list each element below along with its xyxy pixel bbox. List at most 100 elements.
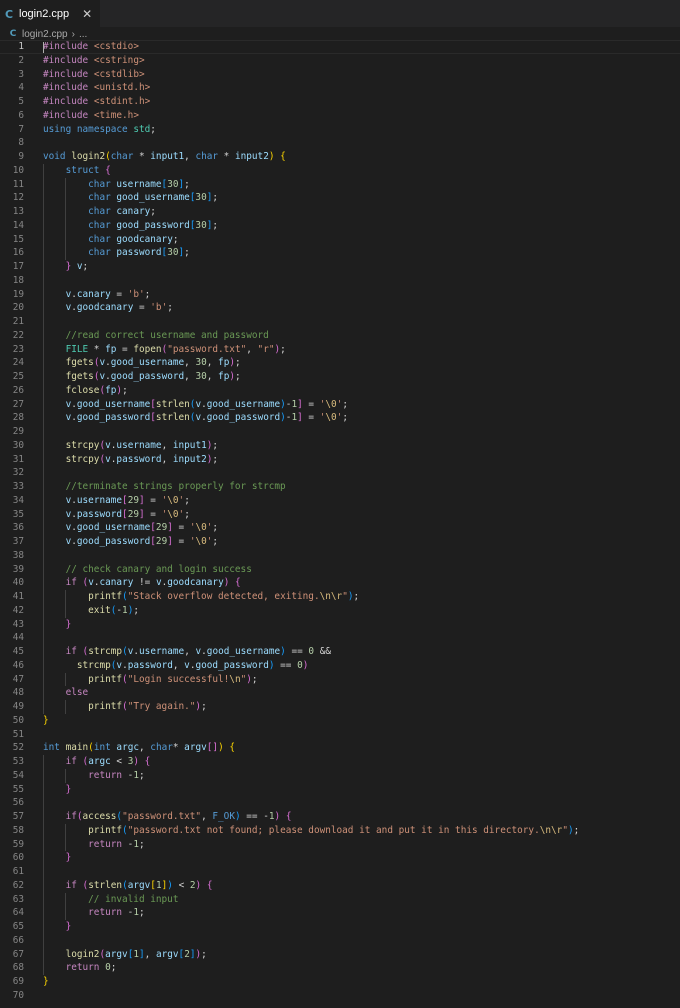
code-line[interactable]: 55 }	[0, 782, 680, 797]
code-line[interactable]: 47 printf("Login successful!\n");	[0, 672, 680, 687]
code-line[interactable]: 13 char canary;	[0, 205, 680, 219]
line-number: 52	[12, 742, 24, 754]
code-line[interactable]: 9 void login2(char * input1, char * input…	[0, 150, 680, 164]
code-line[interactable]: 40 if (v.canary != v.goodcanary) {	[0, 576, 680, 590]
indent-guide	[43, 631, 44, 645]
line-number: 51	[12, 728, 24, 740]
code-line[interactable]: 59 return -1;	[0, 837, 680, 852]
line-number: 12	[12, 192, 24, 204]
code-line[interactable]: 62 if (strlen(argv[1]) < 2) {	[0, 878, 680, 893]
code-line[interactable]: 67 login2(argv[1], argv[2]);	[0, 947, 680, 962]
breadcrumb-symbol[interactable]: ...	[79, 29, 87, 40]
tab-bar: C login2.cpp ✕	[0, 0, 680, 27]
code-line[interactable]: 17 } v;	[0, 260, 680, 274]
line-number: 59	[12, 838, 24, 850]
breadcrumb-file[interactable]: login2.cpp	[22, 29, 68, 40]
code-line[interactable]: 10 struct {	[0, 163, 680, 178]
code-line[interactable]: 54 return -1;	[0, 768, 680, 783]
code-text: if(access("password.txt", F_OK) == -1) {	[65, 811, 292, 822]
line-number: 32	[12, 467, 24, 479]
code-line[interactable]: 36 v.good_username[29] = '\0';	[0, 521, 680, 535]
line-number: 15	[12, 233, 24, 245]
code-line[interactable]: 39 // check canary and login success	[0, 562, 680, 577]
code-line[interactable]: 61	[0, 865, 680, 879]
code-line[interactable]: 44	[0, 631, 680, 645]
code-text: return -1;	[88, 769, 145, 781]
code-line[interactable]: 11 char username[30];	[0, 177, 680, 192]
code-line[interactable]: 53 if (argc < 3) {	[0, 755, 680, 769]
code-line[interactable]: 35 v.password[29] = '\0';	[0, 507, 680, 522]
code-line[interactable]: 27 v.good_username[strlen(v.good_usernam…	[0, 397, 680, 412]
line-number: 63	[12, 893, 24, 905]
code-line[interactable]: 32	[0, 466, 680, 480]
code-line[interactable]: 14 char good_password[30];	[0, 218, 680, 233]
line-number: 56	[12, 797, 24, 809]
code-line[interactable]: 45 if (strcmp(v.username, v.good_usernam…	[0, 645, 680, 659]
code-text: exit(-1);	[88, 604, 140, 616]
line-number: 34	[12, 494, 24, 506]
code-text: char good_username[30];	[88, 192, 219, 204]
code-line[interactable]: 64 return -1;	[0, 906, 680, 920]
code-line[interactable]: 16 char password[30];	[0, 246, 680, 260]
code-text: #include <cstdio>	[43, 41, 139, 52]
code-line[interactable]: 12 char good_username[30];	[0, 191, 680, 205]
code-line[interactable]: 48 else	[0, 686, 680, 700]
code-line[interactable]: 4 #include <unistd.h>	[0, 81, 680, 95]
code-line[interactable]: 41 printf("Stack overflow detected, exit…	[0, 590, 680, 604]
code-line[interactable]: 49 printf("Try again.");	[0, 700, 680, 714]
line-number: 13	[12, 206, 24, 217]
code-line[interactable]: 42 exit(-1);	[0, 603, 680, 618]
code-line[interactable]: 25 fgets(v.good_password, 30, fp);	[0, 370, 680, 384]
code-line[interactable]: 56	[0, 796, 680, 810]
code-line[interactable]: 30 strcpy(v.username, input1);	[0, 438, 680, 453]
code-line[interactable]: 6 #include <time.h>	[0, 109, 680, 123]
code-line[interactable]: 23 FILE * fp = fopen("password.txt", "r"…	[0, 342, 680, 357]
code-line[interactable]: 60 }	[0, 851, 680, 865]
code-line[interactable]: 50}	[0, 714, 680, 728]
code-line[interactable]: 69}	[0, 975, 680, 989]
line-number: 10	[12, 164, 24, 176]
code-line[interactable]: 3 #include <cstdlib>	[0, 68, 680, 82]
code-text: return -1;	[88, 838, 145, 850]
code-line[interactable]: 34 v.username[29] = '\0';	[0, 493, 680, 508]
code-line[interactable]: 58 printf("password.txt not found; pleas…	[0, 823, 680, 838]
code-line[interactable]: 38	[0, 548, 680, 563]
code-line[interactable]: 46 strcmp(v.password, v.good_password) =…	[0, 658, 680, 673]
code-line[interactable]: 43 }	[0, 617, 680, 632]
code-line[interactable]: 22 //read correct username and password	[0, 328, 680, 343]
code-line[interactable]: 7 using namespace std;	[0, 123, 680, 137]
code-line[interactable]: 1 #include <cstdio>	[0, 40, 680, 54]
line-number: 31	[12, 453, 24, 465]
code-line[interactable]: 18	[0, 273, 680, 288]
code-text: if (v.canary != v.goodcanary) {	[65, 577, 241, 589]
code-line[interactable]: 26 fclose(fp);	[0, 383, 680, 398]
code-line[interactable]: 65 }	[0, 920, 680, 934]
code-line[interactable]: 21	[0, 315, 680, 329]
line-number: 3	[18, 68, 24, 80]
code-line[interactable]: 24 fgets(v.good_username, 30, fp);	[0, 356, 680, 370]
tab-login2-cpp[interactable]: C login2.cpp ✕	[0, 0, 101, 27]
code-line[interactable]: 29	[0, 425, 680, 439]
code-text: char password[30];	[88, 247, 190, 259]
line-number: 29	[12, 426, 24, 437]
code-line[interactable]: 66	[0, 933, 680, 948]
code-line[interactable]: 31 strcpy(v.password, input2);	[0, 452, 680, 467]
code-line[interactable]: 2 #include <cstring>	[0, 54, 680, 68]
code-line[interactable]: 37 v.good_password[29] = '\0';	[0, 535, 680, 549]
code-line[interactable]: 28 v.good_password[strlen(v.good_passwor…	[0, 411, 680, 425]
code-line[interactable]: 63 // invalid input	[0, 892, 680, 907]
close-icon[interactable]: ✕	[82, 8, 92, 20]
code-line[interactable]: 52 int main(int argc, char* argv[]) {	[0, 741, 680, 755]
code-editor[interactable]: 1 #include <cstdio> 2 #include <cstring> 3 #i…	[0, 40, 680, 1008]
code-line[interactable]: 15 char goodcanary;	[0, 232, 680, 247]
code-line[interactable]: 5 #include <stdint.h>	[0, 95, 680, 109]
line-number: 27	[12, 398, 24, 410]
code-line[interactable]: 57 if(access("password.txt", F_OK) == -1…	[0, 810, 680, 824]
code-line[interactable]: 19 v.canary = 'b';	[0, 287, 680, 302]
code-line[interactable]: 68 return 0;	[0, 961, 680, 975]
code-line[interactable]: 33 //terminate strings properly for strc…	[0, 480, 680, 494]
code-line[interactable]: 20 v.goodcanary = 'b';	[0, 301, 680, 315]
code-line[interactable]: 51	[0, 728, 680, 742]
code-line[interactable]: 70	[0, 989, 680, 1003]
code-line[interactable]: 8	[0, 136, 680, 150]
